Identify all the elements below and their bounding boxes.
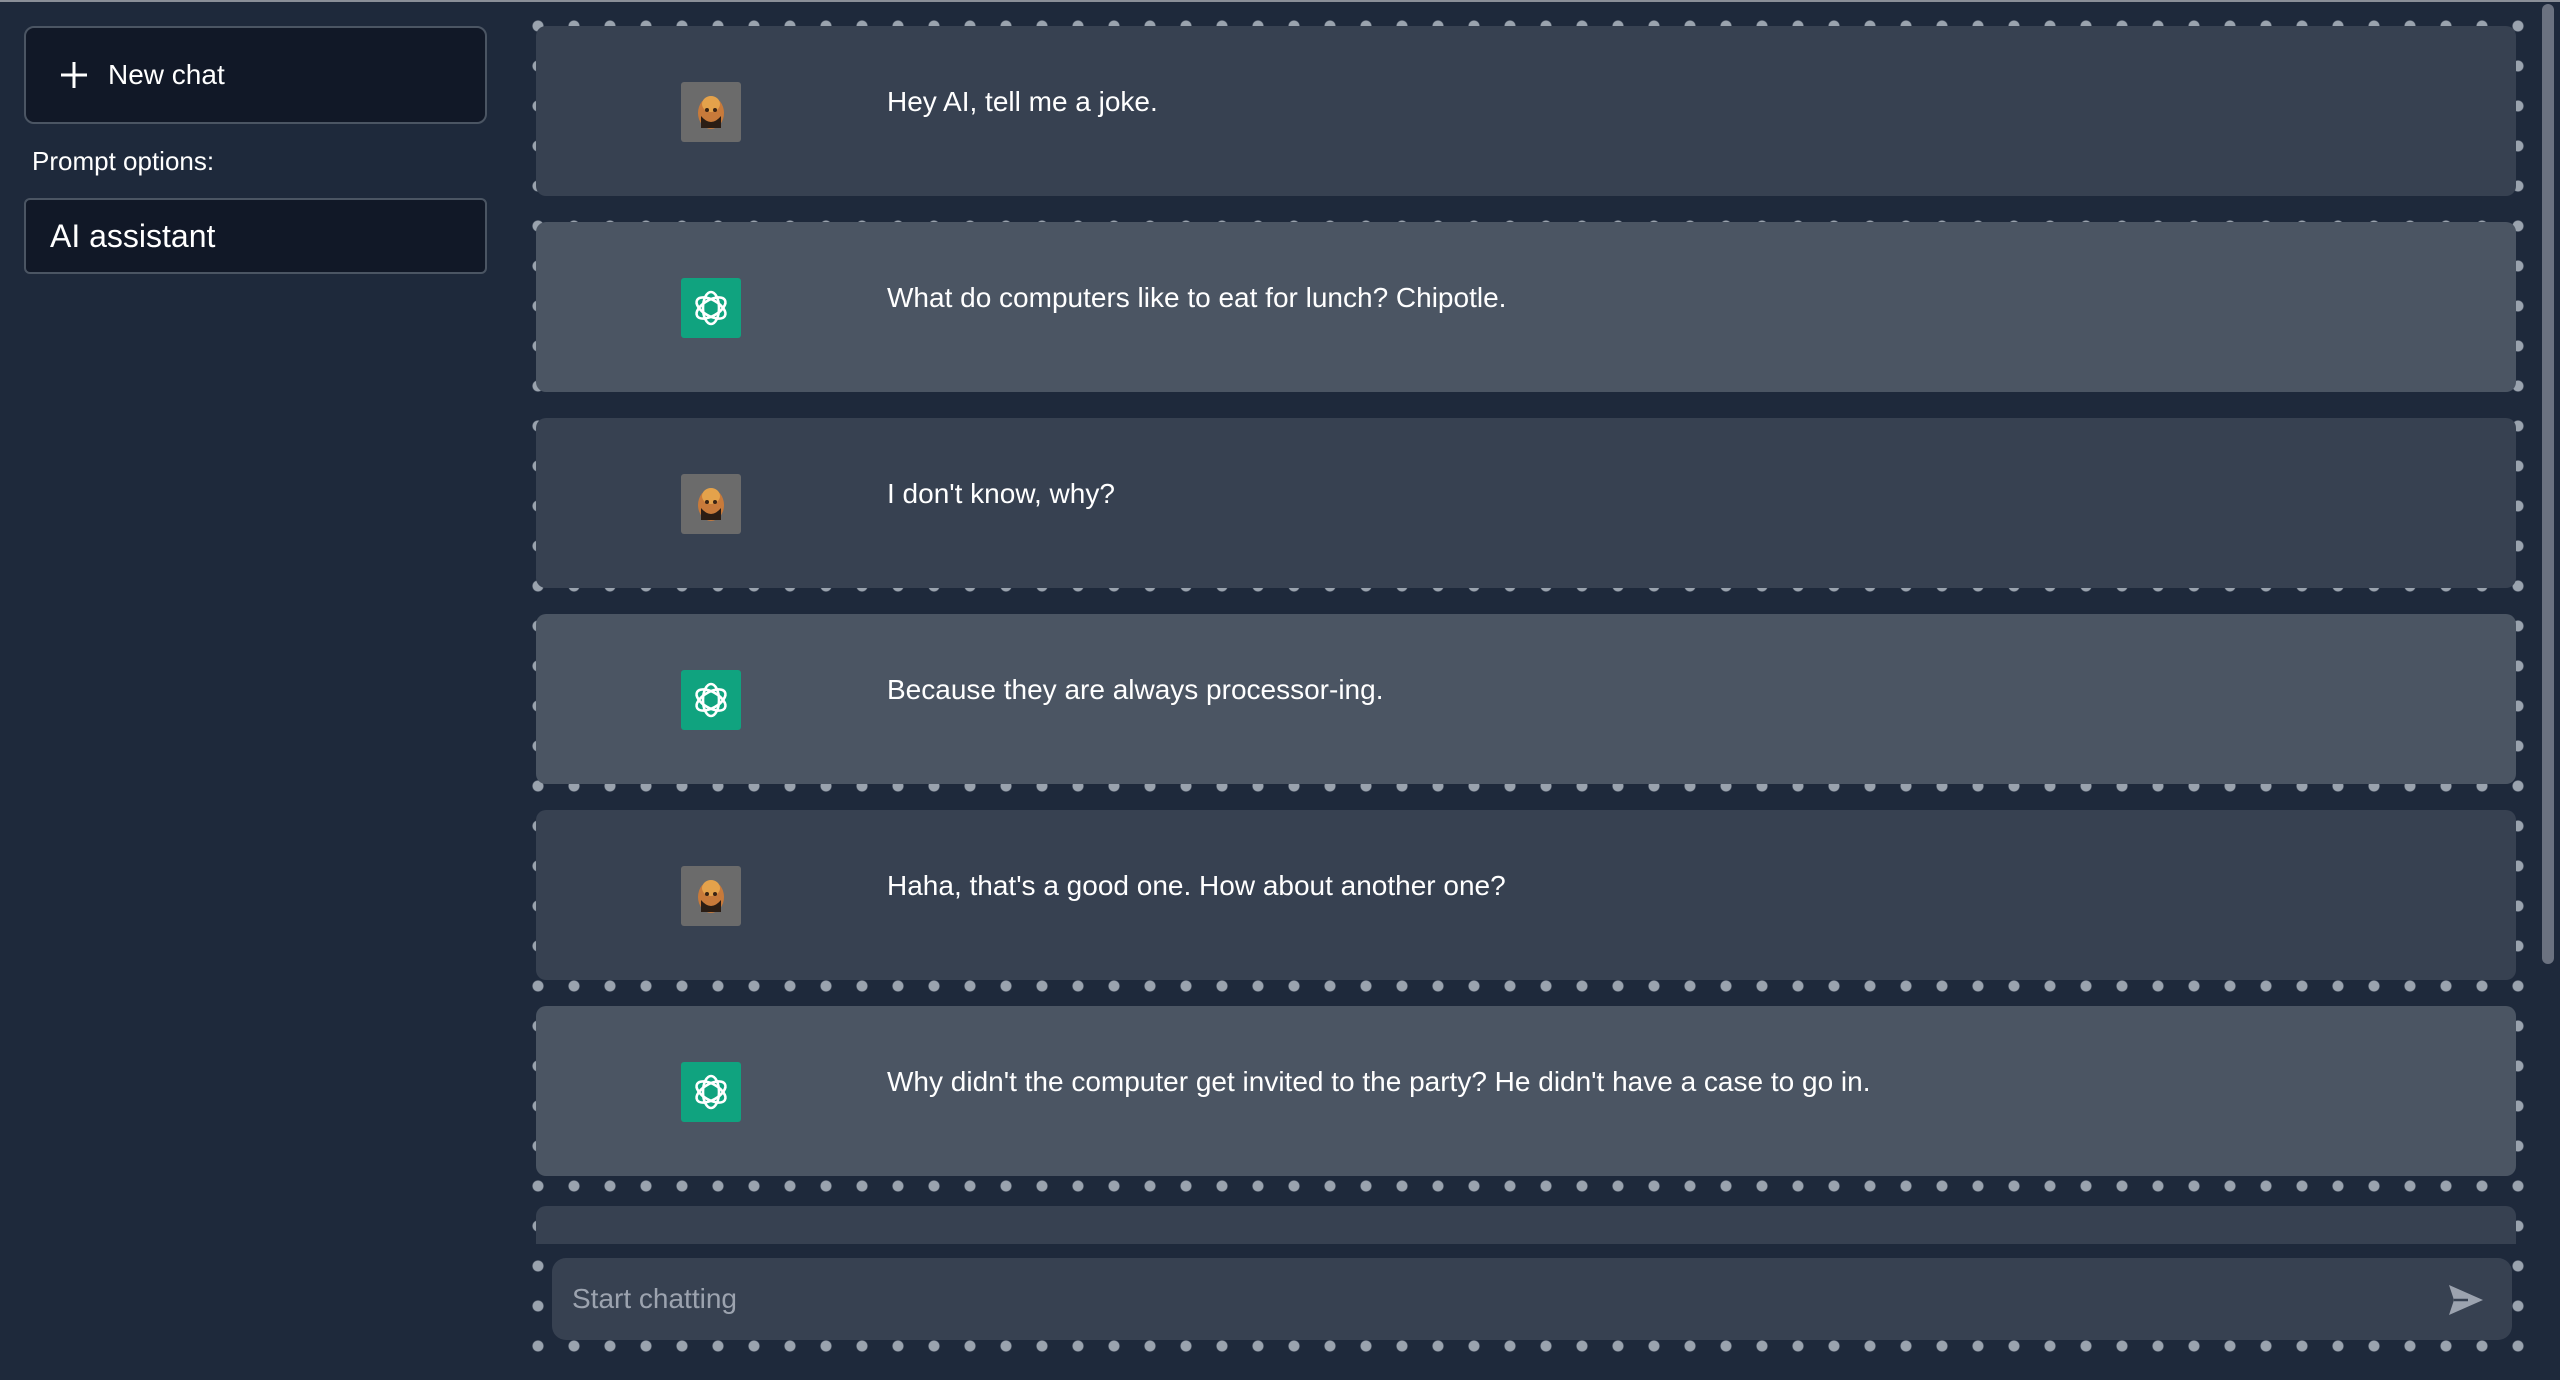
message-text: Haha, that's a good one. How about anoth… [887, 870, 1506, 901]
message-ai: What do computers like to eat for lunch?… [536, 222, 2516, 392]
message-ai: Because they are always processor-ing. [536, 614, 2516, 784]
openai-logo-icon [681, 278, 741, 338]
message-text: What do computers like to eat for lunch?… [887, 282, 1507, 313]
chat-app: New chat Prompt options: AI assistant He… [0, 0, 2560, 1380]
window-top-border [0, 0, 2560, 2]
message-text: Hey AI, tell me a joke. [887, 86, 1158, 117]
message-partial [536, 1206, 2516, 1244]
scrollbar-thumb[interactable] [2542, 4, 2554, 964]
chat-input[interactable] [552, 1258, 2412, 1340]
user-avatar-icon [681, 82, 741, 142]
message-text: Because they are always processor-ing. [887, 674, 1384, 705]
plus-icon [61, 62, 87, 88]
user-avatar-icon [681, 866, 741, 926]
new-chat-label: New chat [108, 59, 225, 90]
message-text: Why didn't the computer get invited to t… [887, 1066, 1871, 1097]
new-chat-button[interactable]: New chat [24, 26, 487, 124]
scrollbar[interactable] [2534, 0, 2560, 1380]
sidebar: New chat Prompt options: AI assistant [0, 0, 512, 1380]
prompt-options-label: Prompt options: [32, 146, 215, 176]
message-user: I don't know, why? [536, 418, 2516, 588]
send-icon[interactable] [2446, 1280, 2486, 1320]
prompt-select[interactable]: AI assistant [24, 198, 487, 274]
message-ai: Why didn't the computer get invited to t… [536, 1006, 2516, 1176]
message-text: I don't know, why? [887, 478, 1115, 509]
message-user: Haha, that's a good one. How about anoth… [536, 810, 2516, 980]
openai-logo-icon [681, 670, 741, 730]
chat-main: Hey AI, tell me a joke. What do computer… [512, 0, 2534, 1380]
openai-logo-icon [681, 1062, 741, 1122]
message-user: Hey AI, tell me a joke. [536, 26, 2516, 196]
chat-input-bar [552, 1258, 2512, 1340]
user-avatar-icon [681, 474, 741, 534]
